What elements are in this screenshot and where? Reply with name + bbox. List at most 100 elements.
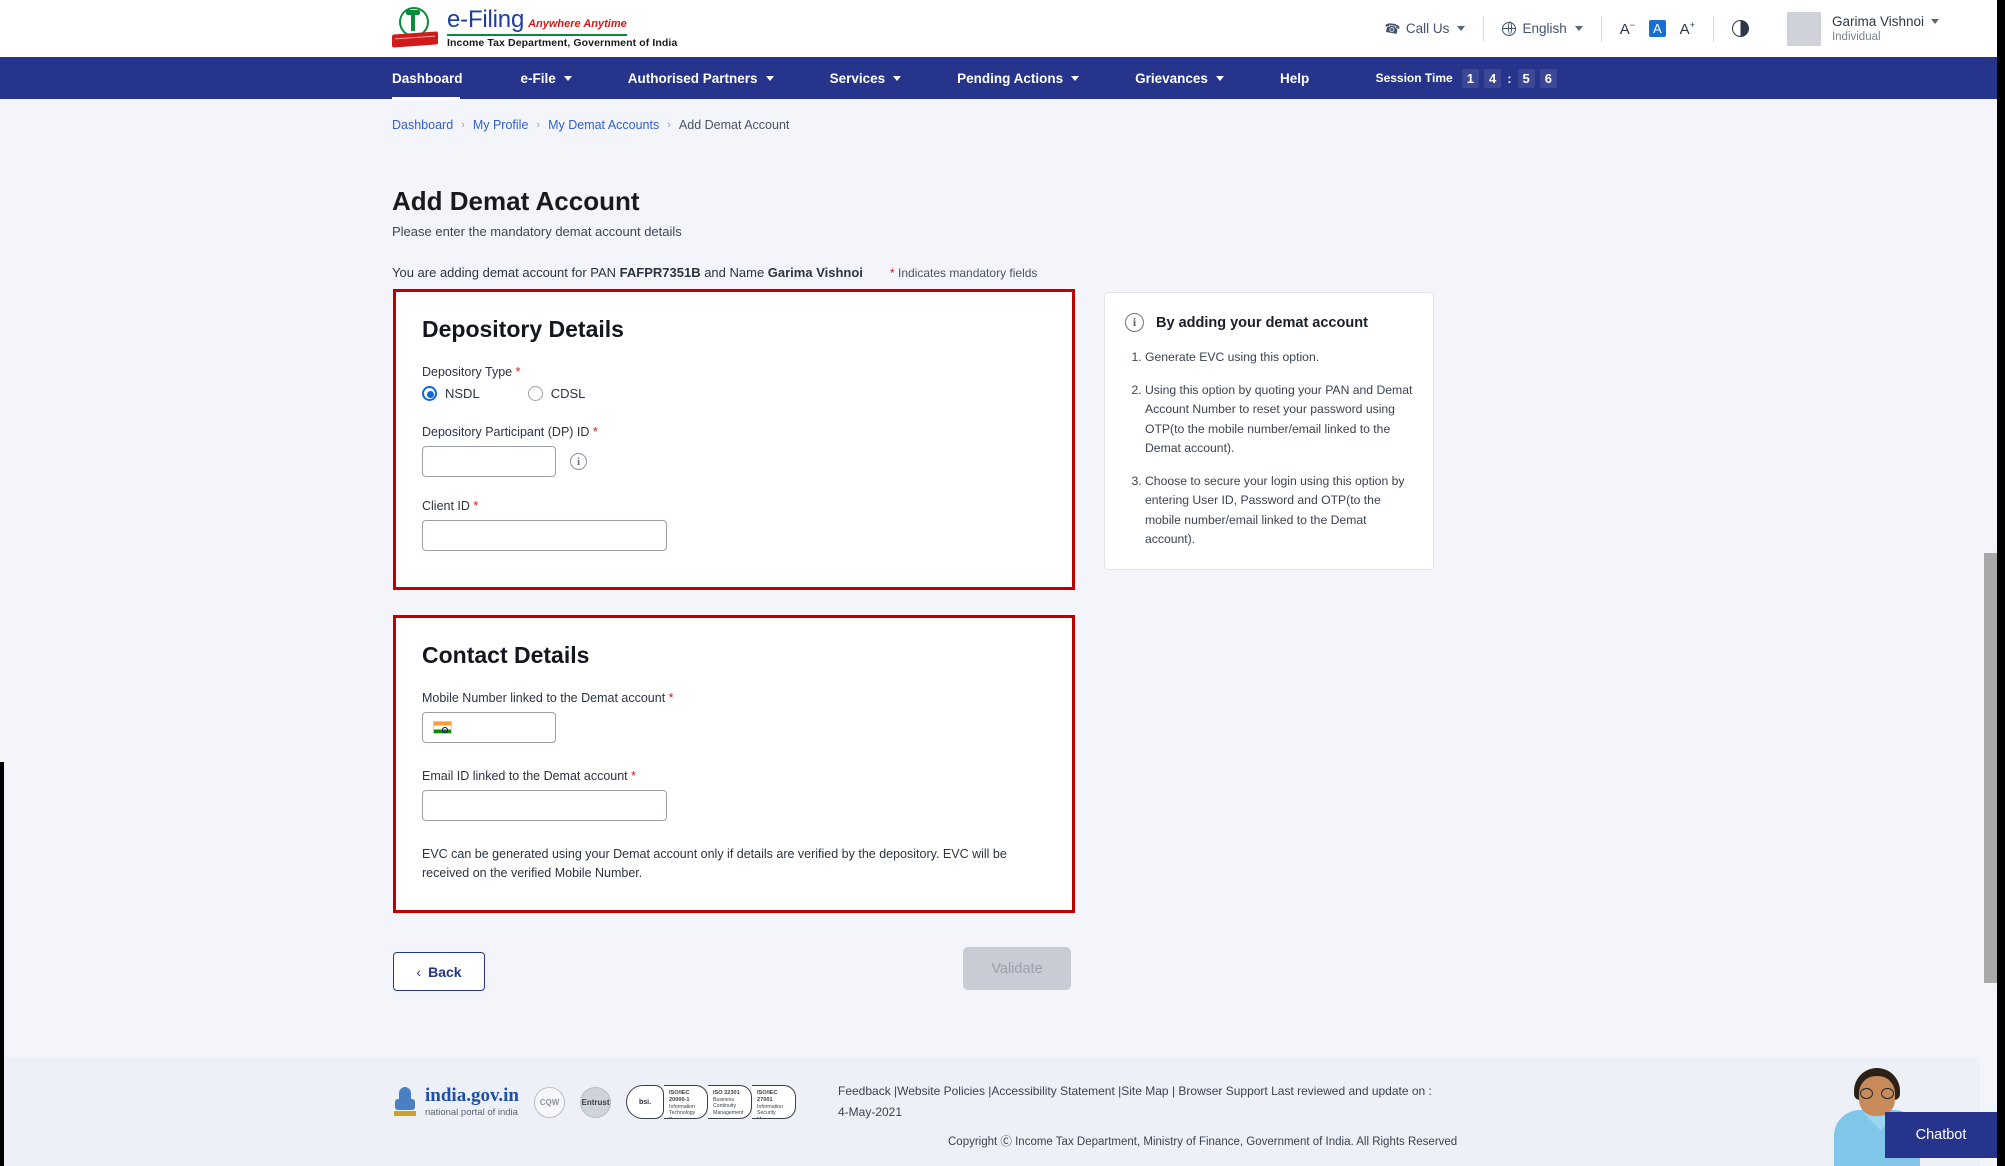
bsi-logo-icon: bsi. [626, 1085, 664, 1119]
mandatory-note-text: Indicates mandatory fields [895, 266, 1038, 280]
validate-button-label: Validate [991, 961, 1042, 977]
session-timer-label: Session Time [1376, 71, 1453, 85]
pan-name: Garima Vishnoi [768, 265, 863, 280]
footer-links[interactable]: Feedback |Website Policies |Accessibilit… [838, 1081, 1438, 1123]
client-id-input[interactable] [422, 520, 667, 551]
evc-helper-note: EVC can be generated using your Demat ac… [422, 845, 1032, 884]
breadcrumb: Dashboard › My Profile › My Demat Accoun… [392, 118, 789, 132]
user-menu[interactable]: Garima Vishnoi Individual [1767, 12, 1939, 46]
session-digit-1: 1 [1462, 69, 1479, 88]
info-icon[interactable]: i [570, 453, 587, 470]
call-us-label: Call Us [1406, 21, 1450, 36]
chatbot-button[interactable]: Chatbot [1885, 1112, 1997, 1158]
contrast-toggle-icon [1732, 20, 1749, 37]
chevron-down-icon [1575, 26, 1583, 31]
session-timer: Session Time 1 4 : 5 6 [1376, 69, 1557, 88]
client-id-label: Client ID * [422, 499, 1046, 513]
radio-label-cdsl: CDSL [551, 386, 586, 401]
brand-title: e-Filing [447, 8, 524, 32]
breadcrumb-item-dashboard[interactable]: Dashboard [392, 118, 453, 132]
iso-badge: ISO/IEC 20000-1Information Technology Se… [664, 1085, 708, 1119]
call-us-menu[interactable]: ☎ Call Us [1366, 21, 1484, 37]
right-edge-chrome [1997, 0, 2005, 1166]
chevron-left-icon: ‹ [416, 964, 421, 980]
nav-item-pending-actions[interactable]: Pending Actions [929, 57, 1107, 99]
chatbot-button-label: Chatbot [1916, 1127, 1967, 1143]
contrast-toggle-button[interactable] [1714, 20, 1767, 37]
radio-indicator[interactable] [422, 386, 437, 401]
session-digit-3: 5 [1518, 69, 1535, 88]
dp-id-input[interactable] [422, 446, 556, 477]
globe-icon [1502, 22, 1516, 36]
font-increase-button[interactable]: A+ [1680, 20, 1695, 38]
nav-active-indicator [392, 97, 460, 100]
site-footer: india.gov.in national portal of india CQ… [0, 1057, 1997, 1166]
session-digit-2: 4 [1484, 69, 1501, 88]
browser-viewport: e-Filing Anywhere Anytime Income Tax Dep… [0, 0, 2005, 1166]
breadcrumb-separator-icon: › [536, 119, 540, 131]
font-decrease-button[interactable]: A− [1620, 20, 1635, 38]
info-icon: i [1125, 313, 1144, 332]
mandatory-fields-note: * Indicates mandatory fields [890, 266, 1037, 280]
depository-type-label: Depository Type * [422, 365, 1046, 379]
font-normal-button[interactable]: A [1649, 20, 1666, 37]
phone-icon: ☎ [1382, 19, 1401, 38]
breadcrumb-current: Add Demat Account [679, 118, 789, 132]
nav-item-help[interactable]: Help [1252, 57, 1337, 99]
nav-item-authorised-partners[interactable]: Authorised Partners [600, 57, 802, 99]
site-logo[interactable]: e-Filing Anywhere Anytime Income Tax Dep… [392, 6, 677, 52]
chevron-down-icon [893, 76, 901, 81]
nav-item-dashboard[interactable]: Dashboard [392, 57, 493, 99]
india-emblem-icon [392, 1085, 418, 1119]
chevron-down-icon [1216, 76, 1224, 81]
breadcrumb-item-my-profile[interactable]: My Profile [473, 118, 529, 132]
pan-info-line: You are adding demat account for PAN FAF… [392, 265, 863, 280]
email-id-label: Email ID linked to the Demat account * [422, 769, 1046, 783]
page-subtitle: Please enter the mandatory demat account… [392, 224, 682, 239]
email-id-input[interactable] [422, 790, 667, 821]
required-marker: * [669, 691, 674, 705]
breadcrumb-separator-icon: › [667, 119, 671, 131]
depository-card-title: Depository Details [422, 316, 1046, 343]
breadcrumb-item-my-demat-accounts[interactable]: My Demat Accounts [548, 118, 659, 132]
iso-badge: ISO 22301Business Continuity Management [708, 1085, 752, 1119]
dp-id-label: Depository Participant (DP) ID * [422, 425, 1046, 439]
site-header: e-Filing Anywhere Anytime Income Tax Dep… [0, 0, 1997, 57]
info-panel-title: By adding your demat account [1156, 315, 1368, 331]
info-panel-list: Generate EVC using this option. Using th… [1125, 348, 1413, 550]
vertical-scrollbar-thumb[interactable] [1984, 553, 1997, 983]
chatbot-widget[interactable]: ✦ Chatbot [1820, 1060, 1997, 1166]
session-digit-4: 6 [1540, 69, 1557, 88]
pan-prefix: You are adding demat account for PAN [392, 265, 620, 280]
radio-indicator[interactable] [528, 386, 543, 401]
footer-copyright: Copyright Ⓒ Income Tax Department, Minis… [948, 1133, 1457, 1149]
india-gov-title: india.gov.in [425, 1086, 519, 1105]
validate-button[interactable]: Validate [963, 947, 1071, 990]
nav-item-grievances[interactable]: Grievances [1107, 57, 1252, 99]
radio-option-cdsl[interactable]: CDSL [528, 386, 586, 401]
depository-details-card: Depository Details Depository Type * NSD… [393, 289, 1075, 590]
user-name: Garima Vishnoi [1832, 14, 1924, 29]
radio-option-nsdl[interactable]: NSDL [422, 386, 480, 401]
depository-type-radio-group: NSDL CDSL [422, 386, 1046, 401]
required-marker: * [631, 769, 636, 783]
main-navigation: Dashboard e-File Authorised Partners Ser… [0, 57, 1997, 99]
brand-subtitle: Income Tax Department, Government of Ind… [447, 38, 677, 49]
page-title: Add Demat Account [392, 186, 640, 217]
mobile-number-input[interactable] [422, 712, 556, 743]
entrust-badge-icon: Entrust [580, 1087, 611, 1118]
left-edge-chrome [0, 762, 4, 1166]
india-gov-logo[interactable]: india.gov.in national portal of india [392, 1085, 519, 1119]
brand-tagline: Anywhere Anytime [528, 19, 627, 30]
chevron-down-icon [1071, 76, 1079, 81]
iso-certification-badges: bsi. ISO/IEC 20000-1Information Technolo… [626, 1085, 796, 1119]
nav-item-efile[interactable]: e-File [493, 57, 600, 99]
pan-value: FAFPR7351B [620, 265, 701, 280]
radio-label-nsdl: NSDL [445, 386, 480, 401]
nav-item-services[interactable]: Services [802, 57, 930, 99]
back-button[interactable]: ‹ Back [393, 952, 485, 991]
list-item: Generate EVC using this option. [1145, 348, 1413, 368]
contact-details-card: Contact Details Mobile Number linked to … [393, 615, 1075, 913]
language-menu[interactable]: English [1484, 21, 1600, 36]
pan-middle: and Name [701, 265, 768, 280]
